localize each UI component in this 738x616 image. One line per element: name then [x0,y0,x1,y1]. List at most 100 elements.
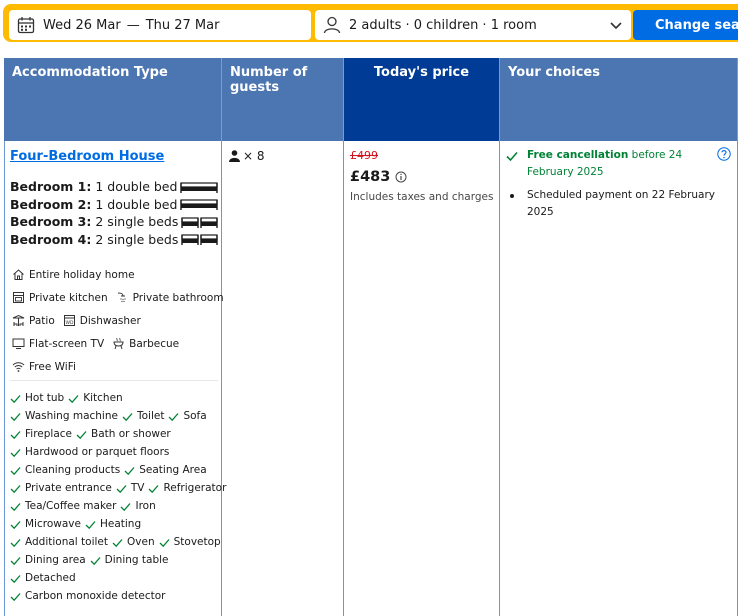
bed-icons [180,198,219,211]
amenity-label: Hardwood or parquet floors [25,446,170,458]
amenity-row: Hot tub Kitchen [10,389,220,407]
check-icon [90,556,101,565]
check-icon [112,538,123,547]
accommodation-column: Accommodation Type Four-Bedroom House Be… [4,58,226,616]
dishwasher-icon: WD [63,315,75,326]
svg-text:WD: WD [65,320,73,326]
amenity-item: Seating Area [124,464,207,476]
single-bed-icon [181,217,200,228]
facility-row: Entire holiday home [12,263,218,286]
kitchen-icon [13,292,24,303]
amenity-label: Toilet [136,410,165,422]
facility-item: Flat-screen TV [12,337,104,350]
guests-cell: × 8 [222,141,344,616]
check-icon [10,538,21,547]
header-accommodation-type: Accommodation Type [4,58,222,141]
facility-item: Barbecue [112,337,179,350]
check-icon [506,151,518,162]
amenity-label: Additional toilet [25,536,109,548]
amenity-row: Private entrance TV Refrigerator [10,479,226,497]
amenity-row: Tea/Coffee maker Iron [10,497,220,515]
help-icon[interactable] [717,147,731,161]
barbecue-icon [113,337,124,350]
single-bed-icon [200,217,219,228]
date-separator: — [126,17,140,33]
amenity-label: Cleaning products [25,464,121,476]
search-bar: Wed 26 Mar — Thu 27 Mar 2 adults · 0 chi… [3,4,738,42]
amenity-item: Toilet [122,410,164,422]
amenity-label: Stovetop [173,536,221,548]
amenity-label: Dining table [104,554,169,566]
amenity-item: Sofa [168,410,207,422]
guest-count: × 8 [229,149,265,163]
facility-label: Dishwasher [79,314,141,327]
accommodation-cell: Four-Bedroom House Bedroom 1: 1 double be… [4,141,226,616]
bed-description: 1 double bed [95,196,178,212]
check-icon [10,556,21,565]
facility-row: Free WiFi [12,355,218,378]
amenity-row: Cleaning products Seating Area [10,461,220,479]
bed-description: 1 double bed [95,179,178,195]
header-number-of-guests: Number of guests [222,58,344,141]
price-cell: £499 £483 Includes taxes and charges [344,141,500,616]
amenity-item: Kitchen [68,392,123,404]
occupancy-selector[interactable]: 2 adults · 0 children · 1 room [315,10,631,40]
amenity-item: Bath or shower [76,428,171,440]
amenity-item: Tea/Coffee maker [10,500,116,512]
header-todays-price: Today's price [344,58,500,141]
bedroom-label: Bedroom 4: [10,231,92,247]
date-picker[interactable]: Wed 26 Mar — Thu 27 Mar [9,10,311,40]
amenity-item: Hot tub [10,392,64,404]
check-icon [10,502,21,511]
amenity-label: Seating Area [139,464,207,476]
amenity-row: Washing machine Toilet Sofa [10,407,220,425]
chevron-down-icon [610,22,622,30]
amenity-item: Oven [112,536,155,548]
facility-label: Flat-screen TV [29,337,105,350]
bed-row: Bedroom 3: 2 single beds [10,213,219,231]
free-cancellation: Free cancellation before 24 February 202… [506,147,706,181]
amenity-label: Tea/Coffee maker [25,500,117,512]
check-icon [10,394,21,403]
single-bed-icon [181,234,200,246]
amenity-item: Dining table [90,554,169,566]
check-icon [121,502,131,511]
bed-list: Bedroom 1: 1 double bed Bedroom 2: 1 double… [10,178,219,248]
amenity-list: Hot tub Kitchen Washing machine Toilet Sofa F… [10,389,226,605]
check-icon [168,412,179,421]
amenity-item: Heating [85,518,141,530]
change-search-button[interactable]: Change search [633,10,738,40]
amenity-item: Private entrance [10,482,112,494]
check-icon [10,448,21,457]
check-icon [148,484,159,493]
guest-multiplier: × 8 [243,149,265,163]
bed-icons [180,181,219,193]
check-icon [10,430,21,439]
amenity-label: Heating [99,518,142,530]
amenity-label: Oven [127,536,155,548]
check-icon [122,412,133,421]
amenity-item: Detached [10,572,76,584]
room-name-link[interactable]: Four-Bedroom House [10,149,164,164]
single-bed-icon [200,234,219,246]
facility-item: WD Dishwasher [63,314,141,327]
amenity-label: TV [130,482,145,494]
amenity-item: Stovetop [159,536,221,548]
facility-label: Entire holiday home [29,268,135,281]
amenity-item: Hardwood or parquet floors [10,446,169,458]
amenity-label: Sofa [183,410,207,422]
amenity-label: Kitchen [83,392,123,404]
choices-column: Your choices Free cancellation before 24… [500,58,738,616]
amenity-item: Refrigerator [148,482,226,494]
facility-item: Private bathroom [116,291,224,304]
facility-row: Patio WD Dishwasher [12,309,218,332]
patio-icon [12,314,25,326]
facility-label: Private bathroom [132,291,224,304]
shower-icon [117,292,126,303]
current-price: £483 [350,169,391,185]
amenity-item: Washing machine [10,410,118,422]
amenity-label: Refrigerator [163,482,227,494]
divider [10,380,218,381]
check-icon [68,394,79,403]
info-icon[interactable] [395,171,407,183]
